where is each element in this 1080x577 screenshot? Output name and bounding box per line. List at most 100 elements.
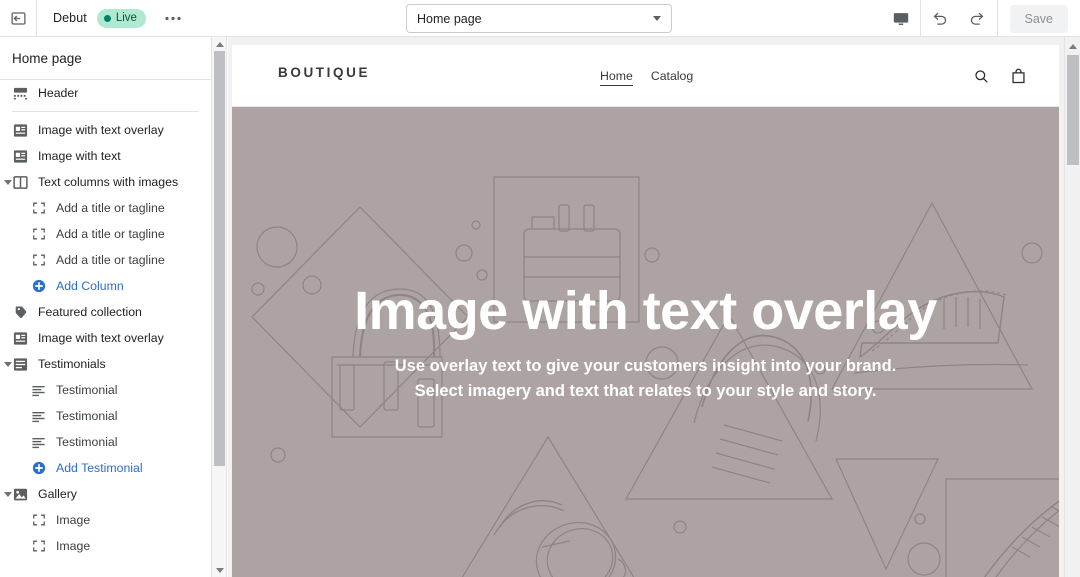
storefront-header: BOUTIQUE Home Catalog (232, 45, 1059, 107)
hero-image-with-text-overlay[interactable]: Image with text overlay Use overlay text… (232, 107, 1059, 577)
sidebar-item-label: Image with text (38, 149, 121, 163)
storefront-header-icons (973, 67, 1027, 85)
editor-top-bar: Debut Live Home page Save (0, 0, 1080, 37)
text-lines-icon (30, 434, 47, 451)
price-tag-icon (12, 304, 29, 321)
sidebar-item-label: Header (38, 86, 79, 100)
theme-name: Debut (53, 11, 87, 25)
text-lines-icon (30, 408, 47, 425)
sidebar-item-image-with-text[interactable]: Image with text (0, 143, 211, 169)
block-placeholder-icon (30, 512, 47, 529)
store-logo[interactable]: BOUTIQUE (278, 65, 370, 80)
hero-subtext-line-2: Select imagery and text that relates to … (414, 382, 877, 401)
sidebar-item-label: Testimonial (56, 409, 118, 423)
sidebar-section-list: Header Image with text overlay Image with … (0, 80, 211, 559)
sidebar-item-add-testimonial[interactable]: Add Testimonial (0, 455, 211, 481)
hero-subtext-line-1: Use overlay text to give your customers … (394, 356, 897, 375)
sidebar-item-label: Add Testimonial (56, 461, 143, 475)
sidebar-item-image[interactable]: Image (0, 507, 211, 533)
sidebar-item-image[interactable]: Image (0, 533, 211, 559)
sidebar-item-label: Text columns with images (38, 175, 179, 189)
sections-sidebar: Home page Header Image with text overlay I… (0, 37, 212, 577)
block-placeholder-icon (30, 226, 47, 243)
undo-button[interactable] (921, 0, 959, 37)
search-icon[interactable] (973, 68, 990, 85)
preview-scrollbar-thumb[interactable] (1067, 55, 1079, 165)
exit-editor-button[interactable] (0, 0, 36, 36)
sidebar-item-label: Testimonial (56, 435, 118, 449)
sidebar-divider (12, 111, 199, 112)
add-circle-icon (30, 278, 47, 295)
hero-copy: Image with text overlay Use overlay text… (232, 283, 1059, 405)
testimonials-section-icon (12, 356, 29, 373)
storefront-nav: Home Catalog (600, 69, 693, 86)
sidebar-item-label: Image with text overlay (38, 331, 164, 345)
top-bar-actions: Save (882, 0, 1080, 37)
sidebar-item-image-with-text-overlay[interactable]: Image with text overlay (0, 117, 211, 143)
sidebar-item-testimonial[interactable]: Testimonial (0, 403, 211, 429)
chevron-down-icon[interactable] (2, 358, 14, 370)
redo-button[interactable] (959, 0, 997, 37)
save-button[interactable]: Save (1009, 4, 1068, 33)
sidebar-item-testimonials[interactable]: Testimonials (0, 351, 211, 377)
sidebar-item-label: Image (56, 513, 91, 527)
sidebar-item-add-a-title-or-tagline[interactable]: Add a title or tagline (0, 221, 211, 247)
theme-preview-area: BOUTIQUE Home Catalog Image with text ov… (228, 37, 1080, 577)
hero-subtext: Use overlay text to give your customers … (232, 354, 1059, 405)
status-dot-icon (103, 14, 111, 22)
page-selector-value: Home page (417, 11, 482, 26)
storefront-preview: BOUTIQUE Home Catalog Image with text ov… (232, 45, 1059, 577)
sidebar-item-add-a-title-or-tagline[interactable]: Add a title or tagline (0, 195, 211, 221)
preview-scroll-up-arrow-icon[interactable] (1065, 39, 1080, 54)
scroll-up-arrow-icon[interactable] (212, 37, 227, 51)
block-placeholder-icon (30, 538, 47, 555)
sidebar-item-label: Gallery (38, 487, 77, 501)
sidebar-item-label: Image (56, 539, 91, 553)
desktop-preview-button[interactable] (882, 0, 920, 37)
status-badge: Live (96, 8, 146, 28)
image-text-section-icon (12, 122, 29, 139)
image-text-section-icon (12, 148, 29, 165)
sidebar-item-featured-collection[interactable]: Featured collection (0, 299, 211, 325)
gallery-section-icon (12, 486, 29, 503)
chevron-down-icon[interactable] (2, 488, 14, 500)
nav-link-home[interactable]: Home (600, 69, 633, 86)
chevron-down-icon[interactable] (2, 176, 14, 188)
sidebar-item-label: Add a title or tagline (56, 227, 165, 241)
block-placeholder-icon (30, 200, 47, 217)
chevron-down-icon (653, 16, 661, 21)
status-badge-label: Live (115, 12, 137, 24)
header-section-icon (12, 85, 29, 102)
toolbar-divider (36, 0, 37, 37)
page-selector[interactable]: Home page (406, 4, 672, 33)
toolbar-divider (996, 0, 998, 37)
sidebar-scrollbar[interactable] (212, 37, 227, 577)
sidebar-item-gallery[interactable]: Gallery (0, 481, 211, 507)
more-options-button[interactable] (160, 5, 186, 31)
sidebar-item-label: Add a title or tagline (56, 253, 165, 267)
sidebar-title: Home page (0, 37, 211, 80)
sidebar-item-label: Add a title or tagline (56, 201, 165, 215)
add-circle-icon (30, 460, 47, 477)
sidebar-scrollbar-thumb[interactable] (214, 51, 225, 466)
text-lines-icon (30, 382, 47, 399)
sidebar-item-label: Featured collection (38, 305, 142, 319)
sidebar-item-image-with-text-overlay[interactable]: Image with text overlay (0, 325, 211, 351)
sidebar-item-testimonial[interactable]: Testimonial (0, 429, 211, 455)
sidebar-item-text-columns-with-images[interactable]: Text columns with images (0, 169, 211, 195)
sidebar-item-label: Testimonials (38, 357, 106, 371)
hero-heading: Image with text overlay (354, 281, 937, 341)
sidebar-item-label: Image with text overlay (38, 123, 164, 137)
shopping-bag-icon[interactable] (1010, 67, 1027, 85)
scroll-down-arrow-icon[interactable] (212, 563, 227, 577)
sidebar-item-add-column[interactable]: Add Column (0, 273, 211, 299)
nav-link-catalog[interactable]: Catalog (651, 69, 693, 83)
image-text-section-icon (12, 330, 29, 347)
columns-section-icon (12, 174, 29, 191)
sidebar-item-label: Testimonial (56, 383, 118, 397)
sidebar-item-testimonial[interactable]: Testimonial (0, 377, 211, 403)
block-placeholder-icon (30, 252, 47, 269)
sidebar-item-header[interactable]: Header (0, 80, 211, 106)
sidebar-item-add-a-title-or-tagline[interactable]: Add a title or tagline (0, 247, 211, 273)
preview-scrollbar[interactable] (1064, 37, 1080, 577)
